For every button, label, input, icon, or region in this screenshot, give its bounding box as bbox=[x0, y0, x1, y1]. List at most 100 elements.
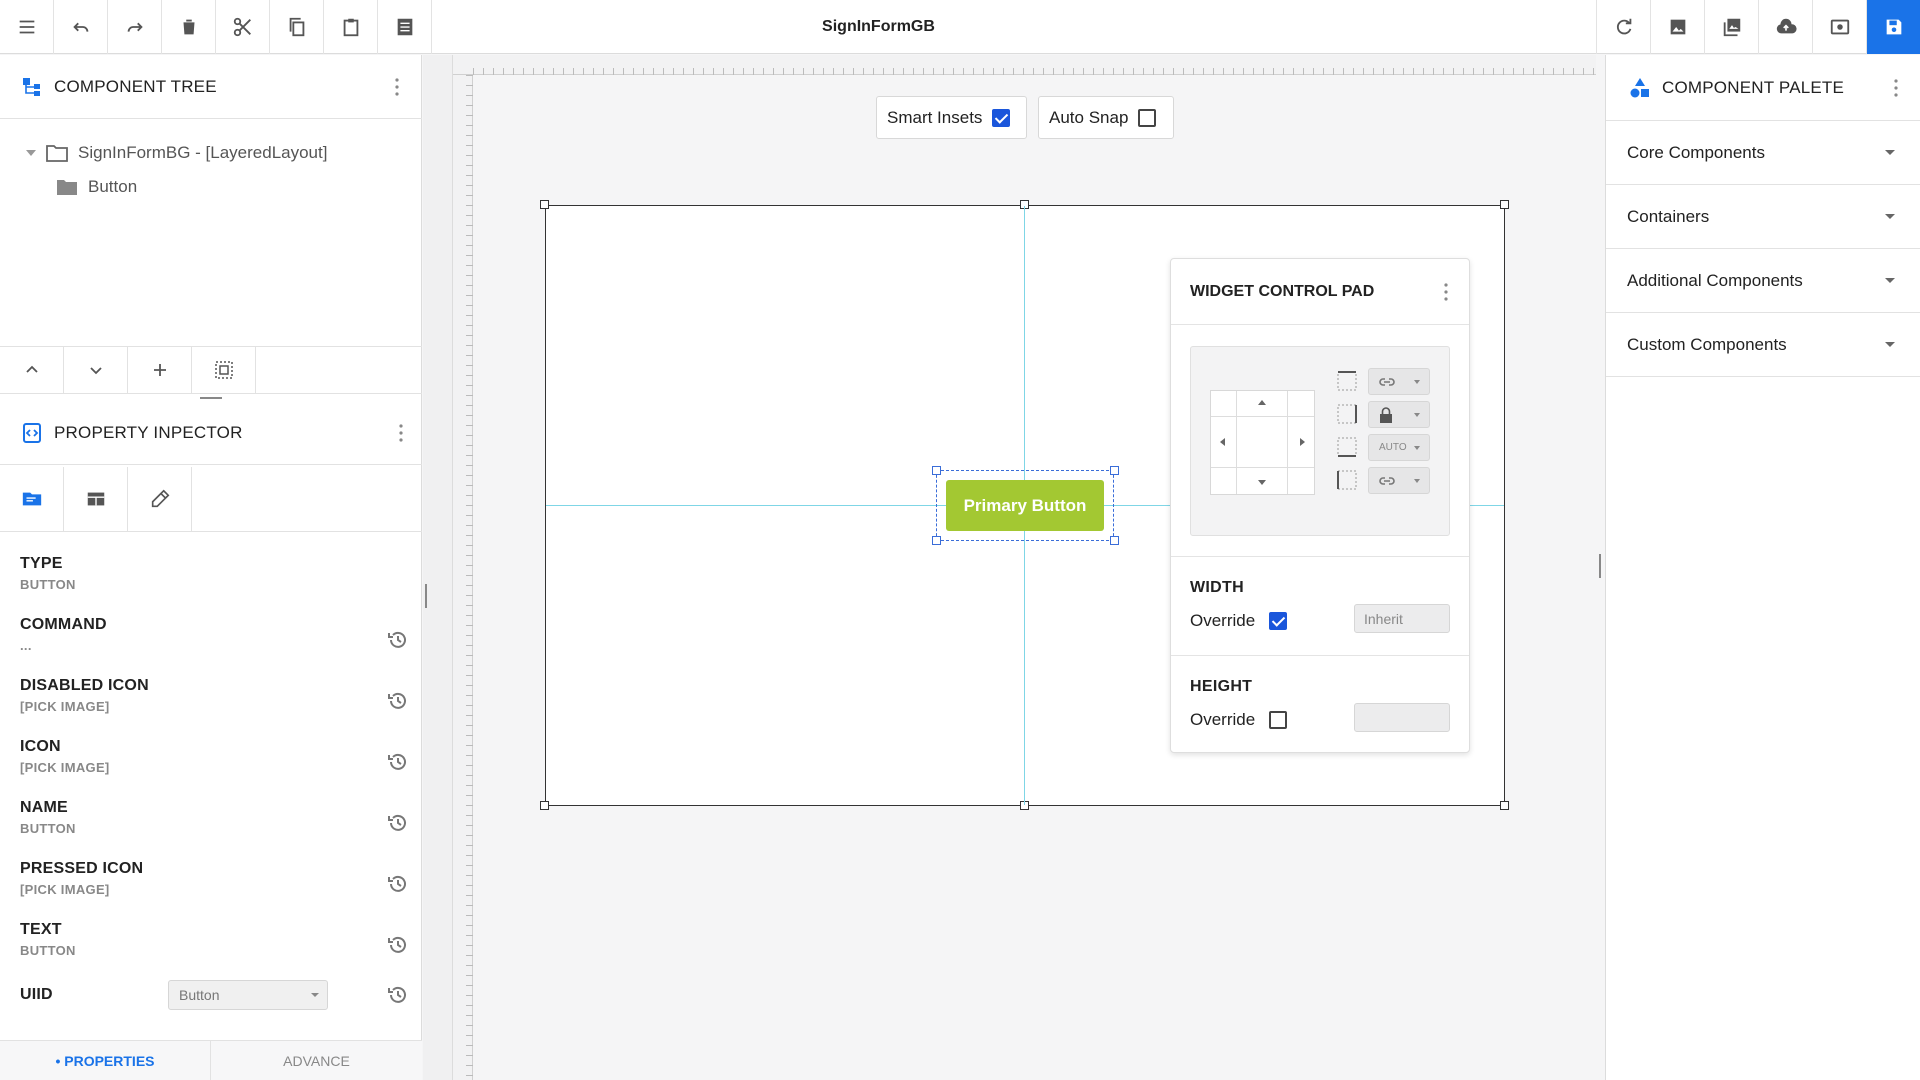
tab-properties-folder[interactable] bbox=[0, 467, 64, 531]
property-row-name[interactable]: NAME BUTTON bbox=[20, 799, 410, 849]
paste-button[interactable] bbox=[324, 0, 378, 54]
undo-button[interactable] bbox=[54, 0, 108, 54]
resize-handle[interactable] bbox=[1500, 200, 1509, 209]
auto-snap-checkbox[interactable] bbox=[1138, 108, 1157, 127]
add-component-button[interactable] bbox=[128, 347, 192, 393]
smart-insets-toggle[interactable]: Smart Insets bbox=[876, 96, 1027, 139]
property-value: BUTTON bbox=[20, 943, 76, 958]
inset-left-icon bbox=[1337, 470, 1357, 490]
property-row-icon[interactable]: ICON [PICK IMAGE] bbox=[20, 738, 410, 788]
undo-icon bbox=[72, 22, 88, 32]
palette-section-additional[interactable]: Additional Components bbox=[1606, 249, 1920, 313]
property-row-disabled-icon[interactable]: DISABLED ICON [PICK IMAGE] bbox=[20, 677, 410, 727]
palette-section-core[interactable]: Core Components bbox=[1606, 121, 1920, 185]
tree-node-button[interactable]: Button bbox=[56, 170, 137, 204]
images-button[interactable] bbox=[1704, 0, 1758, 54]
caret-down-icon bbox=[311, 993, 319, 997]
height-override-checkbox[interactable] bbox=[1269, 711, 1288, 729]
arrow-down-icon[interactable] bbox=[1258, 480, 1266, 485]
primary-button[interactable]: Primary Button bbox=[946, 480, 1104, 531]
preview-button[interactable] bbox=[1812, 0, 1866, 54]
uiid-select-value: Button bbox=[179, 987, 220, 1003]
width-input[interactable]: Inherit bbox=[1354, 604, 1450, 633]
selection-handle[interactable] bbox=[1110, 536, 1119, 545]
property-row-type[interactable]: TYPE BUTTON bbox=[20, 555, 410, 605]
panel-splitter[interactable] bbox=[200, 397, 222, 399]
resize-grip-left[interactable] bbox=[425, 584, 427, 608]
arrow-up-icon[interactable] bbox=[1258, 400, 1266, 405]
move-down-button[interactable] bbox=[64, 347, 128, 393]
image-button[interactable] bbox=[1650, 0, 1704, 54]
inset-bottom-select[interactable]: AUTO bbox=[1368, 434, 1430, 461]
copy-button[interactable] bbox=[270, 0, 324, 54]
palette-section-custom[interactable]: Custom Components bbox=[1606, 313, 1920, 377]
images-icon bbox=[1723, 18, 1740, 37]
history-icon[interactable] bbox=[386, 933, 410, 957]
resize-handle[interactable] bbox=[540, 801, 549, 810]
tab-advance[interactable]: ADVANCE bbox=[211, 1041, 422, 1080]
smart-insets-checkbox[interactable] bbox=[992, 108, 1011, 127]
palette-section-containers[interactable]: Containers bbox=[1606, 185, 1920, 249]
arrow-right-icon[interactable] bbox=[1300, 438, 1305, 446]
list-button[interactable] bbox=[378, 0, 432, 54]
tab-layout[interactable] bbox=[64, 467, 128, 531]
vertical-ruler bbox=[453, 75, 473, 1080]
window-title: SignInFormGB bbox=[822, 18, 935, 35]
expand-arrow-icon[interactable] bbox=[26, 150, 36, 156]
resize-handle[interactable] bbox=[540, 200, 549, 209]
history-icon[interactable] bbox=[386, 872, 410, 896]
inset-right-icon bbox=[1337, 404, 1357, 424]
inset-top-select[interactable] bbox=[1368, 368, 1430, 395]
history-icon[interactable] bbox=[386, 750, 410, 774]
more-vert-icon[interactable] bbox=[1443, 281, 1449, 303]
widget-control-pad: WIDGET CONTROL PAD AUTO WIDTH Override I… bbox=[1170, 258, 1470, 753]
canvas-gutter bbox=[423, 55, 453, 1080]
history-icon[interactable] bbox=[386, 689, 410, 713]
palette-section-label: Core Components bbox=[1627, 143, 1765, 162]
save-button[interactable] bbox=[1866, 0, 1920, 54]
more-vert-icon[interactable] bbox=[1893, 77, 1899, 99]
move-up-button[interactable] bbox=[0, 347, 64, 393]
shapes-icon bbox=[1630, 77, 1649, 97]
more-vert-icon[interactable] bbox=[398, 422, 404, 444]
tab-style[interactable] bbox=[128, 467, 192, 531]
property-inspector-header: PROPERTY INPECTOR bbox=[0, 401, 422, 465]
width-override-checkbox[interactable] bbox=[1269, 612, 1288, 630]
property-row-pressed-icon[interactable]: PRESSED ICON [PICK IMAGE] bbox=[20, 860, 410, 910]
tab-properties[interactable]: • PROPERTIES bbox=[0, 1041, 211, 1080]
selection-handle[interactable] bbox=[932, 466, 941, 475]
menu-icon bbox=[19, 20, 34, 34]
selection-handle[interactable] bbox=[1110, 466, 1119, 475]
height-section: HEIGHT Override bbox=[1171, 655, 1469, 753]
tree-actions-bar bbox=[0, 346, 422, 394]
refresh-button[interactable] bbox=[1596, 0, 1650, 54]
palette-section-label: Additional Components bbox=[1627, 271, 1803, 290]
cloud-upload-button[interactable] bbox=[1758, 0, 1812, 54]
property-row-text[interactable]: TEXT BUTTON bbox=[20, 921, 410, 971]
arrow-left-icon[interactable] bbox=[1220, 438, 1225, 446]
widget-control-pad-header: WIDGET CONTROL PAD bbox=[1171, 259, 1469, 325]
cut-button[interactable] bbox=[216, 0, 270, 54]
history-icon[interactable] bbox=[386, 628, 410, 652]
selection-handle[interactable] bbox=[932, 536, 941, 545]
menu-button[interactable] bbox=[0, 0, 54, 54]
property-name: NAME bbox=[20, 799, 68, 816]
left-panel: COMPONENT TREE SignInFormBG - [LayeredLa… bbox=[0, 55, 422, 1080]
copy-icon bbox=[289, 17, 304, 37]
property-row-command[interactable]: COMMAND ... bbox=[20, 616, 410, 666]
history-icon[interactable] bbox=[386, 983, 410, 1007]
tree-node-root[interactable]: SignInFormBG - [LayeredLayout] bbox=[26, 136, 327, 170]
auto-snap-toggle[interactable]: Auto Snap bbox=[1038, 96, 1174, 139]
more-vert-icon[interactable] bbox=[394, 76, 400, 98]
redo-button[interactable] bbox=[108, 0, 162, 54]
resize-grip-right[interactable] bbox=[1599, 554, 1601, 578]
uiid-select[interactable]: Button bbox=[168, 980, 328, 1010]
inset-left-select[interactable] bbox=[1368, 467, 1430, 494]
resize-handle[interactable] bbox=[1500, 801, 1509, 810]
delete-button[interactable] bbox=[162, 0, 216, 54]
height-input[interactable] bbox=[1354, 703, 1450, 732]
select-parent-button[interactable] bbox=[192, 347, 256, 393]
image-icon bbox=[1670, 19, 1685, 35]
history-icon[interactable] bbox=[386, 811, 410, 835]
inset-right-select[interactable] bbox=[1368, 401, 1430, 428]
